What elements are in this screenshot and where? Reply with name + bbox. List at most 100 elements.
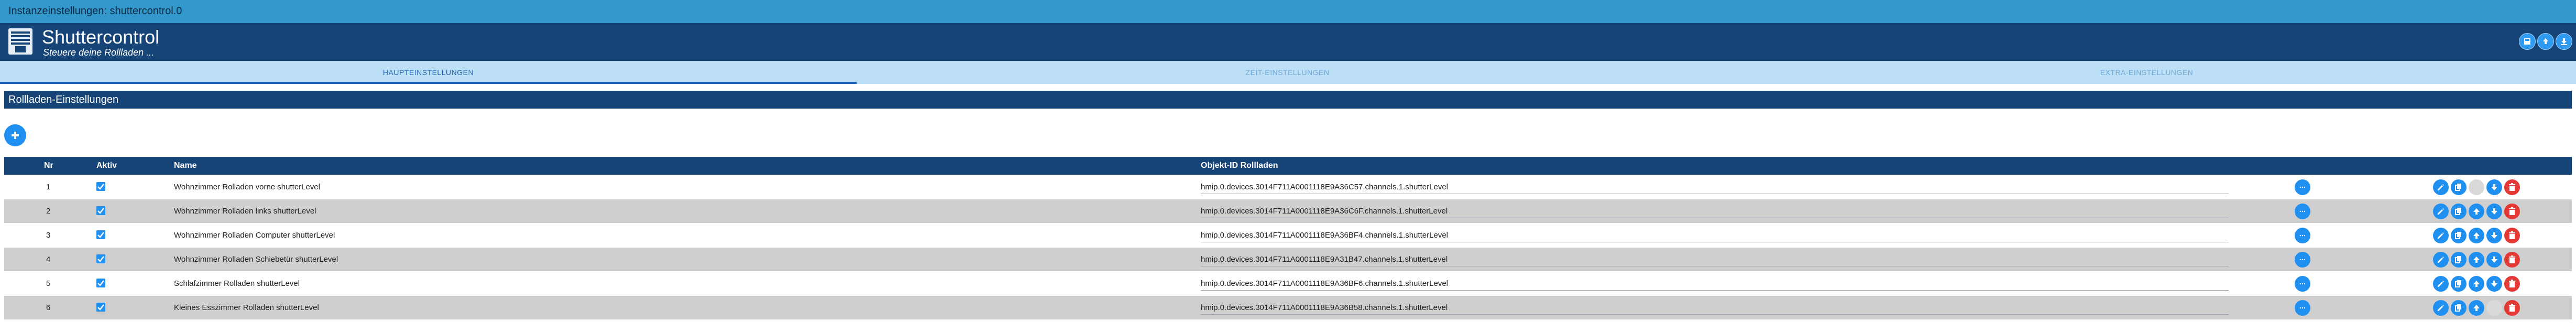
- row-number: 4: [46, 255, 51, 264]
- row-object-id-field[interactable]: hmip.0.devices.3014F711A0001118E9A36BF4.…: [1201, 231, 1448, 240]
- move-down-row-button[interactable]: [2486, 228, 2502, 243]
- app-header: Shuttercontrol Steuere deine Rollladen .…: [0, 23, 2576, 61]
- save-to-file-button[interactable]: [2519, 33, 2536, 50]
- active-checkbox[interactable]: [96, 206, 105, 215]
- active-checkbox[interactable]: [96, 254, 105, 263]
- row-object-id-field[interactable]: hmip.0.devices.3014F711A0001118E9A36BF6.…: [1201, 279, 1448, 288]
- edit-icon: [2438, 281, 2444, 287]
- select-object-id-button[interactable]: [2295, 179, 2310, 195]
- select-object-id-button[interactable]: [2295, 204, 2310, 219]
- checkmark-icon: [97, 280, 104, 286]
- row-object-id-field[interactable]: hmip.0.devices.3014F711A0001118E9A36C57.…: [1201, 183, 1448, 191]
- delete-icon: [2509, 304, 2515, 312]
- checkmark-icon: [97, 232, 104, 238]
- row-object-id-field[interactable]: hmip.0.devices.3014F711A0001118E9A31B47.…: [1201, 255, 1448, 264]
- delete-row-button[interactable]: [2504, 252, 2520, 268]
- copy-row-button[interactable]: [2451, 204, 2467, 219]
- column-header-aktiv: Aktiv: [96, 161, 117, 170]
- edit-row-button[interactable]: [2433, 252, 2449, 268]
- row-name-field[interactable]: Schlafzimmer Rolladen shutterLevel: [174, 279, 300, 288]
- row-name-field[interactable]: Wohnzimmer Rolladen vorne shutterLevel: [174, 183, 320, 191]
- row-name-field[interactable]: Wohnzimmer Rolladen Computer shutterLeve…: [174, 231, 335, 240]
- tab-bar: HAUPTEINSTELLUNGEN ZEIT-EINSTELLUNGEN EX…: [0, 61, 2576, 84]
- table-row: 5 Schlafzimmer Rolladen shutterLevel hmip.…: [4, 272, 2572, 295]
- copy-row-button[interactable]: [2451, 228, 2467, 243]
- copy-icon: [2455, 184, 2461, 191]
- tab-extra-einstellungen[interactable]: EXTRA-EINSTELLUNGEN: [1718, 61, 2575, 84]
- edit-icon: [2438, 232, 2444, 239]
- move-down-row-button[interactable]: [2486, 179, 2502, 195]
- edit-row-button[interactable]: [2433, 276, 2449, 292]
- copy-row-button[interactable]: [2451, 300, 2467, 316]
- move-up-row-button[interactable]: [2469, 276, 2484, 292]
- tab-zeit-einstellungen[interactable]: ZEIT-EINSTELLUNGEN: [859, 61, 1716, 84]
- select-object-id-button[interactable]: [2295, 276, 2310, 292]
- row-name-field[interactable]: Wohnzimmer Rolladen Schiebetür shutterLe…: [174, 255, 338, 264]
- active-checkbox[interactable]: [96, 279, 105, 287]
- copy-row-button[interactable]: [2451, 252, 2467, 268]
- move-down-row-button[interactable]: [2486, 204, 2502, 219]
- copy-icon: [2455, 208, 2461, 215]
- row-name-field[interactable]: Wohnzimmer Rolladen links shutterLevel: [174, 207, 316, 216]
- move-up-row-button[interactable]: [2469, 300, 2484, 316]
- column-header-objekt-id: Objekt-ID Rollladen: [1201, 161, 1278, 170]
- select-object-id-button[interactable]: [2295, 252, 2310, 268]
- table-row: 3 Wohnzimmer Rolladen Computer shutterLev…: [4, 223, 2572, 247]
- row-name-field[interactable]: Kleines Esszimmer Rolladen shutterLevel: [174, 303, 319, 312]
- row-object-id-field[interactable]: hmip.0.devices.3014F711A0001118E9A36C6F.…: [1201, 207, 1448, 216]
- section-header: Rollladen-Einstellungen: [4, 91, 2572, 109]
- delete-icon: [2509, 255, 2515, 263]
- edit-row-button[interactable]: [2433, 204, 2449, 219]
- row-number: 2: [46, 207, 51, 216]
- section-title: Rollladen-Einstellungen: [8, 94, 119, 105]
- column-header-nr: Nr: [44, 161, 53, 170]
- edit-icon: [2438, 305, 2444, 311]
- delete-row-button[interactable]: [2504, 276, 2520, 292]
- checkmark-icon: [97, 256, 104, 262]
- active-checkbox[interactable]: [96, 303, 105, 312]
- delete-icon: [2509, 231, 2515, 239]
- edit-row-button[interactable]: [2433, 300, 2449, 316]
- copy-row-button[interactable]: [2451, 276, 2467, 292]
- move-down-row-button[interactable]: [2486, 276, 2502, 292]
- tab-haupteinstellungen[interactable]: HAUPTEINSTELLUNGEN: [0, 61, 857, 84]
- move-up-row-button[interactable]: [2469, 252, 2484, 268]
- move-down-icon: [2491, 281, 2497, 287]
- table-row: 6 Kleines Esszimmer Rolladen shutterLevel…: [4, 296, 2572, 319]
- move-down-icon: [2490, 304, 2498, 312]
- move-up-row-button: [2469, 179, 2484, 195]
- active-checkbox[interactable]: [96, 230, 105, 239]
- move-down-row-button[interactable]: [2486, 252, 2502, 268]
- move-down-icon: [2491, 208, 2497, 215]
- move-up-row-button[interactable]: [2469, 228, 2484, 243]
- delete-row-button[interactable]: [2504, 179, 2520, 195]
- row-number: 1: [46, 183, 51, 191]
- ellipsis-icon: [2299, 283, 2306, 285]
- edit-icon: [2438, 257, 2444, 263]
- select-object-id-button[interactable]: [2295, 228, 2310, 243]
- active-tab-indicator: [0, 82, 857, 84]
- edit-row-button[interactable]: [2433, 179, 2449, 195]
- edit-row-button[interactable]: [2433, 228, 2449, 243]
- checkmark-icon: [97, 208, 104, 214]
- checkmark-icon: [97, 184, 104, 190]
- row-number: 6: [46, 303, 51, 312]
- load-from-file-button[interactable]: [2537, 33, 2554, 50]
- input-underline: [1201, 290, 2229, 291]
- active-checkbox[interactable]: [96, 182, 105, 191]
- delete-row-button[interactable]: [2504, 204, 2520, 219]
- ellipsis-icon: [2299, 259, 2306, 261]
- ellipsis-icon: [2299, 186, 2306, 188]
- ellipsis-icon: [2299, 234, 2306, 237]
- copy-icon: [2455, 280, 2461, 287]
- copy-row-button[interactable]: [2451, 179, 2467, 195]
- move-up-row-button[interactable]: [2469, 204, 2484, 219]
- row-object-id-field[interactable]: hmip.0.devices.3014F711A0001118E9A36B58.…: [1201, 303, 1448, 312]
- add-row-button[interactable]: [4, 124, 26, 146]
- export-button[interactable]: [2556, 33, 2572, 50]
- delete-row-button[interactable]: [2504, 300, 2520, 316]
- table-row: 2 Wohnzimmer Rolladen links shutterLevel h…: [4, 199, 2572, 223]
- select-object-id-button[interactable]: [2295, 300, 2310, 316]
- table-row: 4 Wohnzimmer Rolladen Schiebetür shutterL…: [4, 248, 2572, 271]
- delete-row-button[interactable]: [2504, 228, 2520, 243]
